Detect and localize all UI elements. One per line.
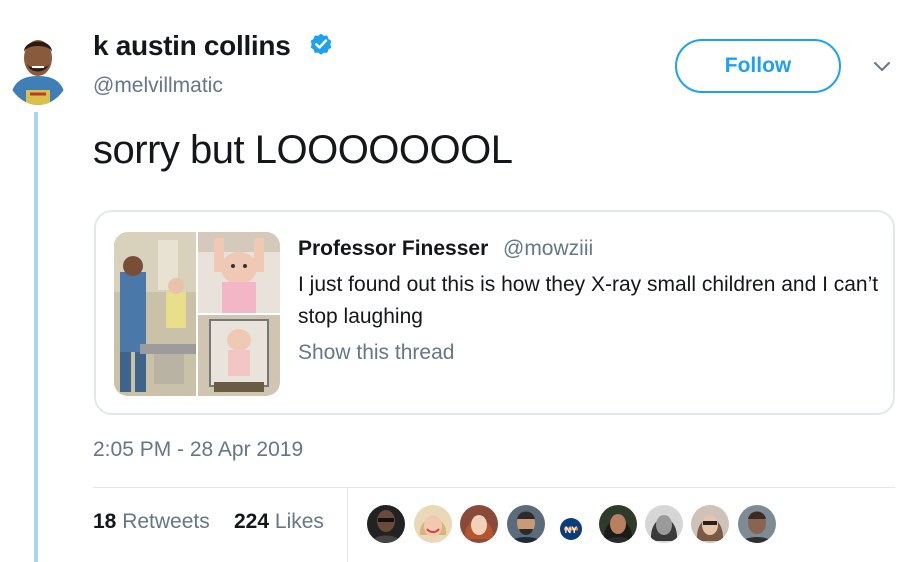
quoted-tweet-card[interactable]: Professor Finesser @mowziii I just found… (94, 210, 895, 415)
quoted-tweet-media[interactable] (114, 232, 280, 396)
liker-avatar[interactable] (645, 505, 683, 543)
verified-badge-icon (310, 33, 332, 55)
retweets-label: Retweets (122, 510, 210, 533)
liker-avatar[interactable] (507, 505, 545, 543)
liker-avatar[interactable] (691, 505, 729, 543)
likes-label: Likes (274, 510, 324, 533)
retweets-stat[interactable]: 18 Retweets (93, 510, 210, 534)
tweet-text: sorry but LOOOOOOOL (93, 128, 513, 172)
retweets-count: 18 (93, 510, 117, 533)
media-photo-2 (198, 232, 280, 313)
quoted-tweet-author-handle[interactable]: @mowziii (503, 237, 593, 261)
author-handle[interactable]: @melvillmatic (93, 74, 223, 98)
stats-vertical-divider (347, 488, 348, 562)
likes-stat[interactable]: 224 Likes (234, 510, 324, 534)
chevron-down-icon[interactable] (872, 60, 892, 74)
quoted-tweet-author-name[interactable]: Professor Finesser (298, 237, 488, 261)
author-avatar[interactable] (6, 30, 70, 105)
media-photo-1 (114, 232, 196, 396)
liker-avatar[interactable] (738, 505, 776, 543)
stats-divider (93, 487, 895, 488)
liker-avatar[interactable] (367, 505, 405, 543)
author-display-name[interactable]: k austin collins (93, 30, 291, 62)
liker-avatar[interactable] (460, 505, 498, 543)
liker-avatar[interactable] (414, 505, 452, 543)
show-thread-link[interactable]: Show this thread (298, 341, 454, 365)
liker-avatar[interactable] (599, 505, 637, 543)
thread-line (34, 112, 38, 562)
liker-avatar[interactable]: NY (556, 505, 594, 543)
media-photo-3 (198, 315, 280, 396)
quoted-tweet-text: I just found out this is how they X-ray … (298, 273, 879, 328)
follow-button[interactable]: Follow (675, 39, 841, 93)
likes-count: 224 (234, 510, 270, 533)
svg-text:NY: NY (565, 525, 578, 535)
tweet-timestamp[interactable]: 2:05 PM - 28 Apr 2019 (93, 438, 303, 462)
